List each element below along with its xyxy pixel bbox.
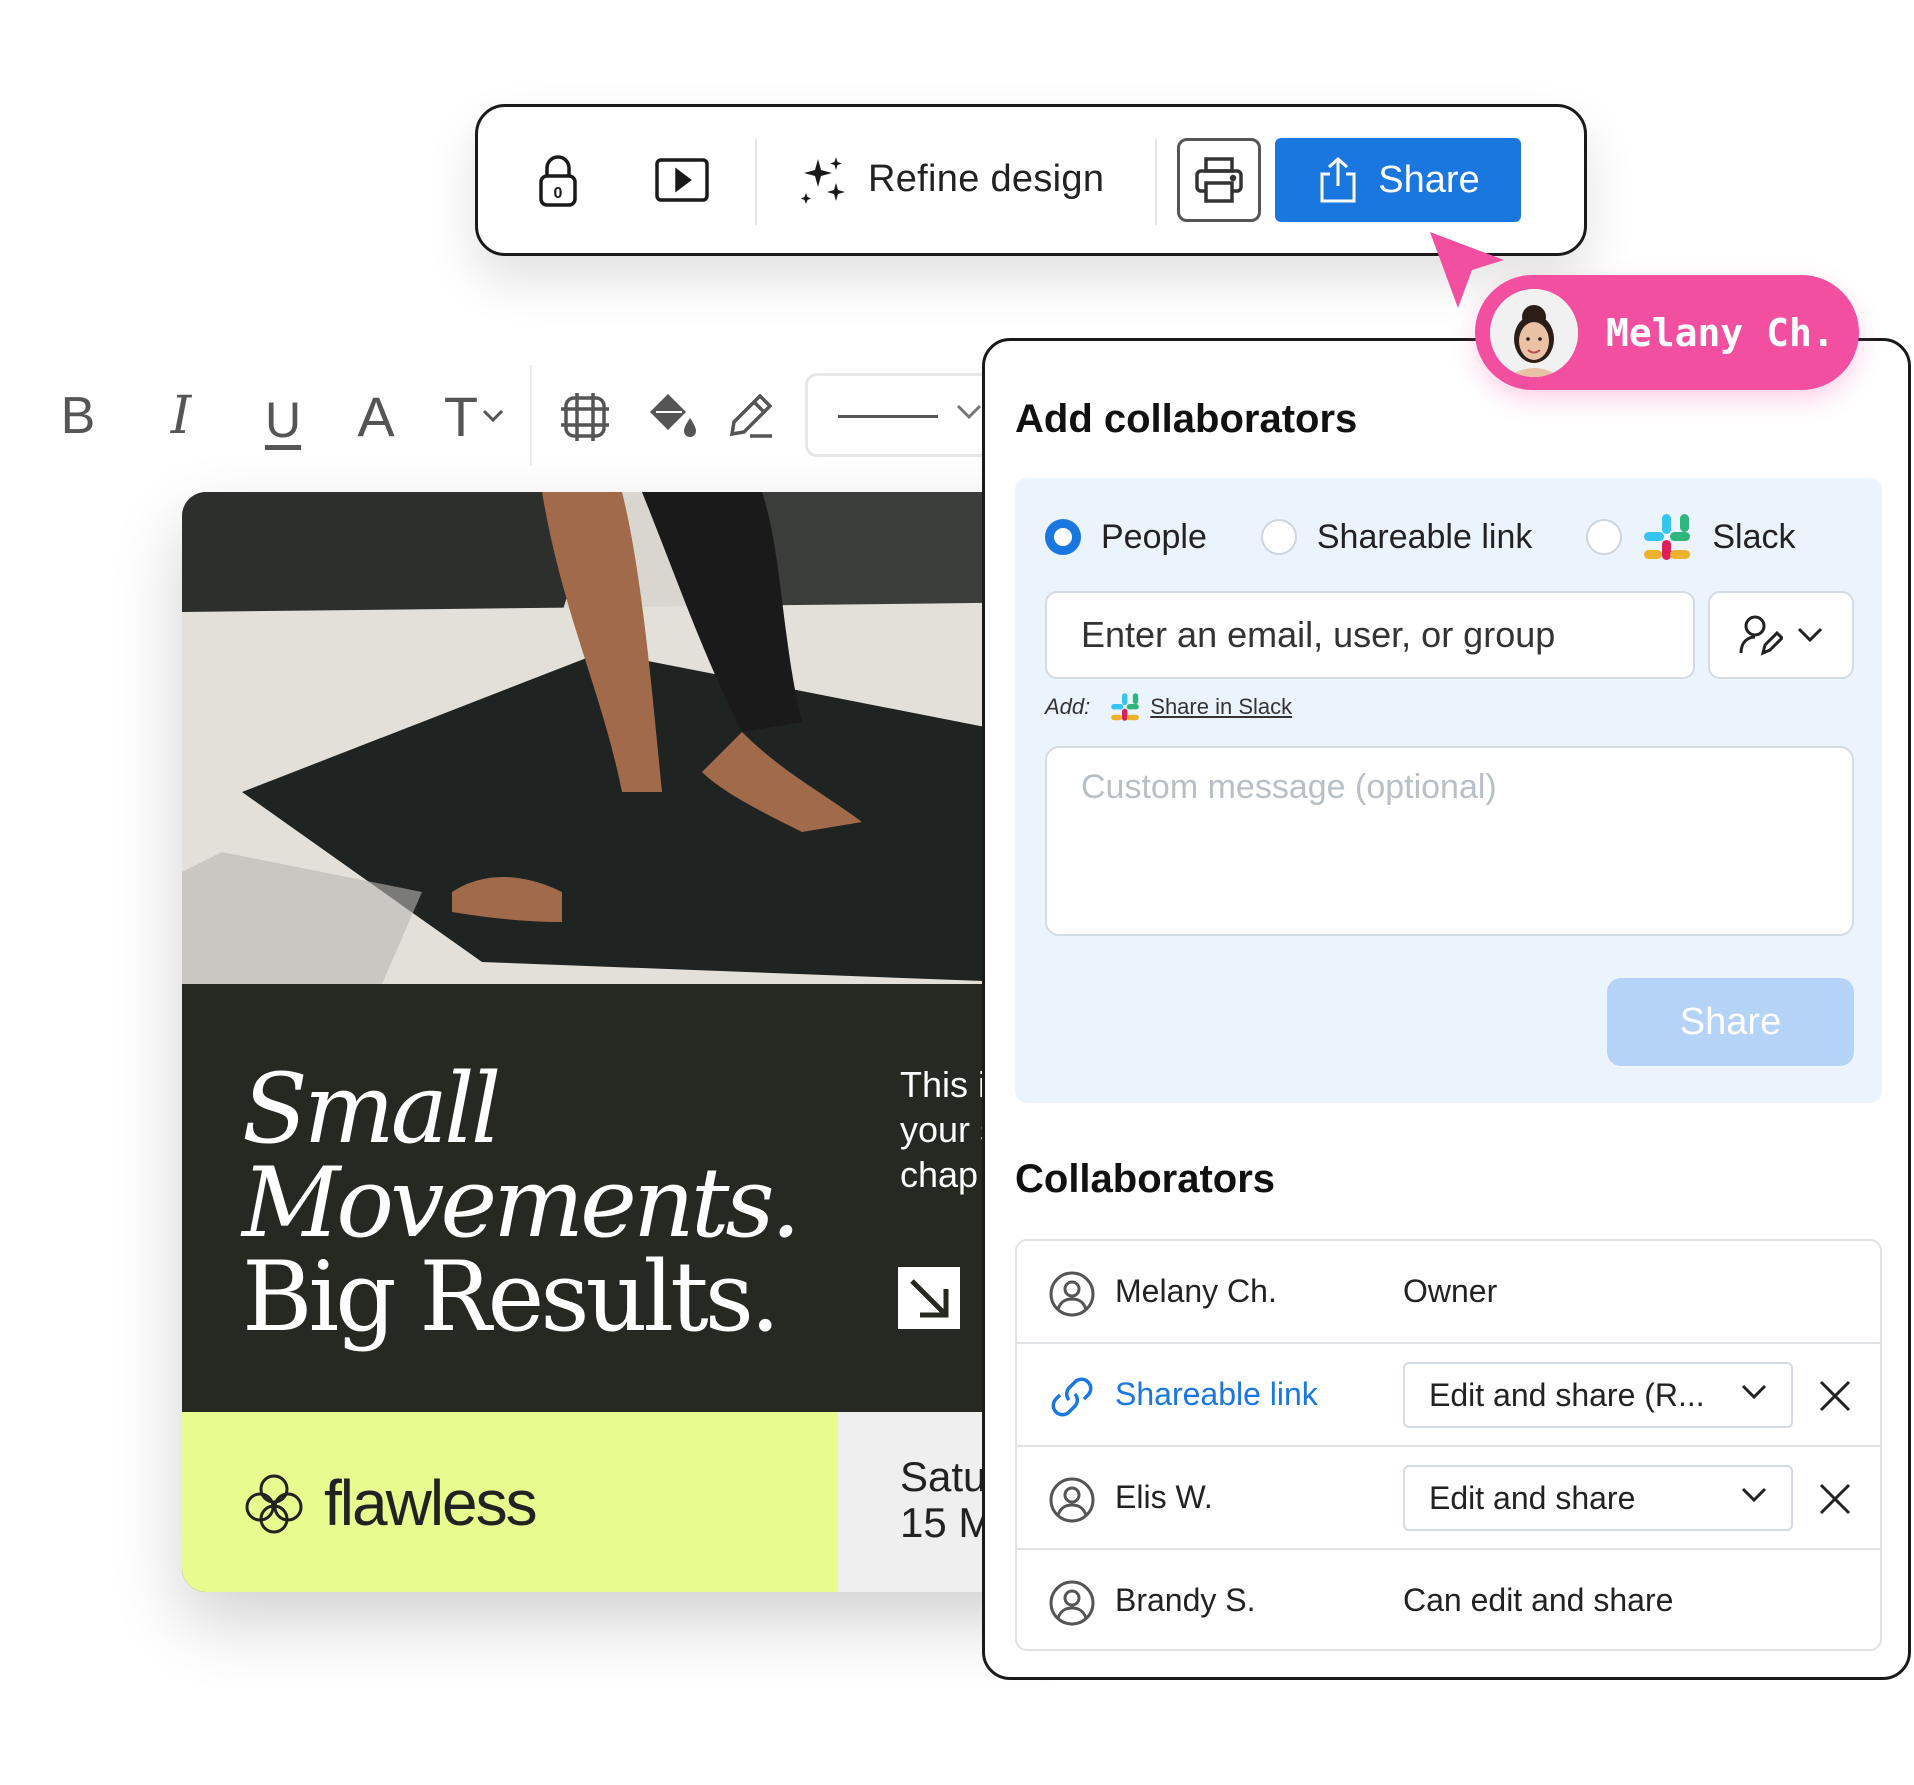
collaborator-row: Shareable link Edit and share (R... (1017, 1344, 1880, 1447)
add-collaborators-box: People Shareable link Slack Enter an ema… (1015, 478, 1882, 1103)
user-circle-icon (1049, 1580, 1095, 1626)
radio-slack[interactable]: Slack (1586, 512, 1796, 562)
collaborator-row: Melany Ch. Owner (1017, 1241, 1880, 1344)
collaborator-role: Can edit and share (1403, 1582, 1674, 1618)
radio-shareable-link[interactable]: Shareable link (1260, 517, 1533, 557)
svg-text:0: 0 (554, 185, 563, 202)
text-size-label: T (443, 384, 479, 448)
add-integration-row: Add: Share in Slack (1045, 692, 1292, 722)
flower-logo-icon (245, 1474, 303, 1534)
arrow-down-right-icon (898, 1267, 960, 1329)
dropdown-value: Edit and share (1429, 1479, 1636, 1516)
sparkles-icon (801, 157, 845, 204)
font-color-button[interactable]: A (352, 385, 400, 448)
brand-logo: flawless (242, 1466, 538, 1540)
dropdown-value: Edit and share (R... (1429, 1376, 1705, 1413)
radio-button-selected[interactable] (1045, 519, 1081, 555)
design-card[interactable]: Small Movements. Big Results. This is yo… (182, 492, 1062, 1592)
collaborator-name: Elis W. (1115, 1479, 1213, 1515)
close-icon[interactable] (1817, 1481, 1853, 1517)
brand-name: flawless (324, 1467, 538, 1539)
yoga-photo (182, 492, 1062, 984)
radio-label: Shareable link (1316, 517, 1533, 556)
close-icon[interactable] (1817, 1378, 1853, 1414)
print-button[interactable] (1177, 138, 1261, 222)
line-style-preview (838, 415, 938, 418)
lock-icon[interactable]: 0 (533, 153, 583, 209)
collaborator-row: Brandy S. Can edit and share (1017, 1550, 1880, 1649)
refine-design-label: Refine design (868, 157, 1105, 200)
toolbar-divider (1155, 139, 1157, 225)
italic-button[interactable]: I (158, 386, 204, 446)
link-permission-dropdown[interactable]: Edit and share (R... (1403, 1362, 1793, 1428)
add-collaborators-title: Add collaborators (1015, 397, 1358, 441)
custom-message-input[interactable]: Custom message (optional) (1045, 746, 1854, 936)
present-icon[interactable] (654, 157, 710, 203)
radio-label: Slack (1712, 517, 1796, 556)
chevron-down-icon (483, 409, 504, 423)
share-upload-icon (1320, 156, 1356, 203)
collaborator-name: Melany Ch. (1606, 310, 1835, 355)
avatar (1490, 288, 1578, 377)
fill-bucket-icon[interactable] (642, 390, 698, 442)
toolbar-share-label: Share (1378, 158, 1480, 201)
chevron-down-icon (1741, 1384, 1767, 1400)
link-icon (1051, 1377, 1093, 1417)
collaborator-cursor-tag: Melany Ch. (1475, 275, 1859, 390)
radio-label: People (1101, 517, 1207, 556)
slack-icon (1111, 693, 1140, 721)
line-style-dropdown[interactable] (805, 373, 1005, 457)
shareable-link-label[interactable]: Shareable link (1115, 1376, 1318, 1413)
underline-button[interactable]: U (260, 388, 306, 452)
brand-bar: flawless (182, 1412, 838, 1592)
design-headline: Small Movements. Big Results. (242, 1053, 801, 1353)
headline-line-2: Movements. (242, 1147, 801, 1259)
date-line-1: Satu (900, 1453, 987, 1500)
headline-line-3: Big Results. (242, 1241, 780, 1353)
pen-icon[interactable] (726, 390, 776, 440)
collaborator-name: Melany Ch. (1115, 1273, 1277, 1309)
permission-dropdown[interactable] (1708, 591, 1854, 679)
user-edit-icon (1739, 615, 1783, 656)
toolbar-divider (755, 139, 757, 225)
headline-line-1: Small (242, 1053, 501, 1165)
email-input[interactable]: Enter an email, user, or group (1045, 591, 1695, 679)
printer-icon (1195, 157, 1243, 203)
collaborator-row: Elis W. Edit and share (1017, 1447, 1880, 1550)
top-toolbar: 0 Refine design Share (475, 104, 1587, 256)
bold-button[interactable]: B (58, 387, 98, 445)
add-label: Add: (1045, 694, 1091, 719)
chevron-down-icon (1741, 1487, 1767, 1503)
refine-design-button[interactable]: Refine design (798, 153, 1104, 205)
radio-button[interactable] (1586, 519, 1623, 555)
toolbar-share-button[interactable]: Share (1275, 138, 1521, 222)
radio-button[interactable] (1260, 519, 1297, 555)
collaborator-permission-dropdown[interactable]: Edit and share (1403, 1465, 1793, 1531)
collaborators-title: Collaborators (1015, 1157, 1276, 1201)
share-in-slack-link[interactable]: Share in Slack (1150, 694, 1292, 720)
share-type-radio-group: People Shareable link Slack (1045, 512, 1796, 562)
share-submit-button[interactable]: Share (1607, 978, 1854, 1066)
slack-icon (1644, 514, 1691, 560)
user-circle-icon (1049, 1271, 1095, 1317)
collaborator-name: Brandy S. (1115, 1582, 1256, 1618)
chevron-down-icon (956, 404, 982, 420)
user-circle-icon (1049, 1477, 1095, 1523)
date-line-2: 15 M (900, 1499, 994, 1546)
share-panel: Add collaborators People Shareable link (982, 338, 1911, 1680)
chevron-down-icon (1797, 627, 1823, 643)
collaborators-list: Melany Ch. Owner Shareable link Edit and… (1015, 1239, 1882, 1651)
table-icon[interactable] (560, 392, 610, 442)
format-divider (530, 365, 532, 465)
radio-people[interactable]: People (1045, 518, 1207, 557)
event-date: Satu 15 M (900, 1454, 993, 1546)
text-size-dropdown[interactable]: T (436, 385, 512, 448)
collaborator-role: Owner (1403, 1273, 1498, 1309)
